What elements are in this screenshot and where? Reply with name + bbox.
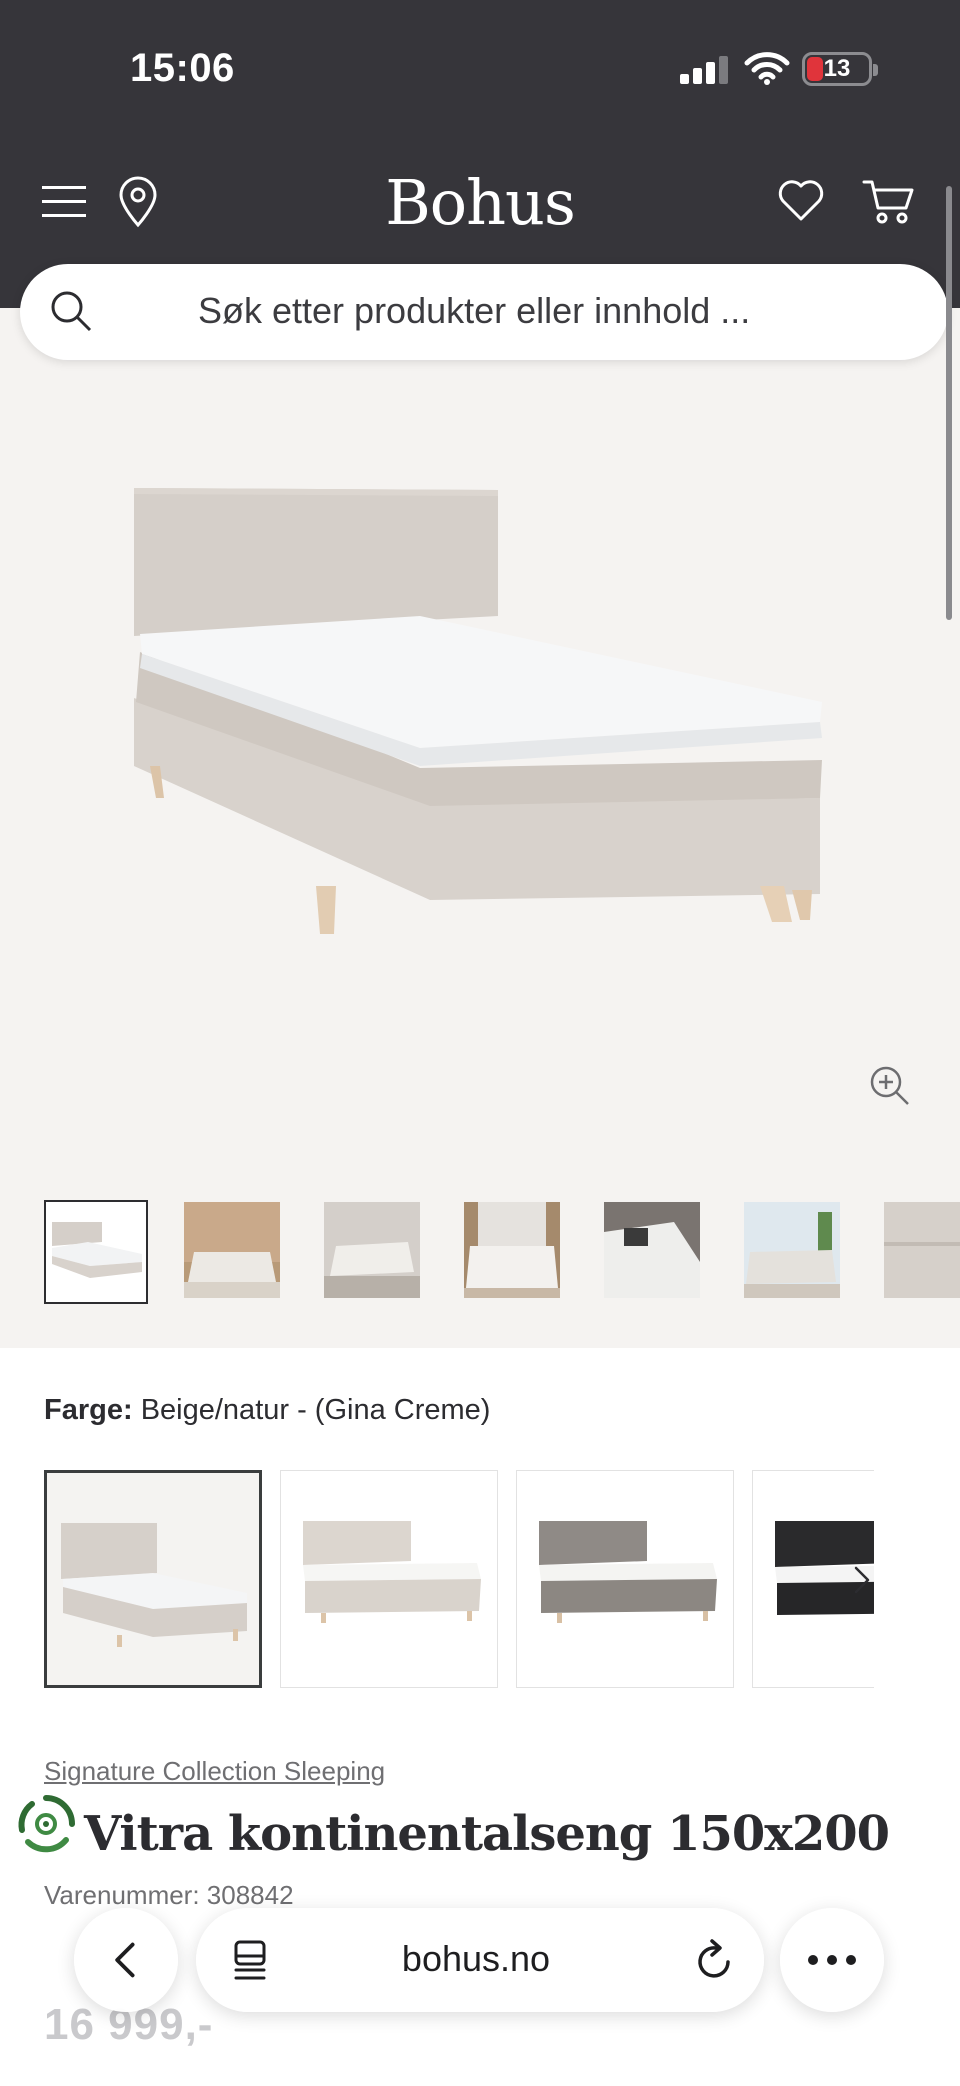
tab-overview-icon[interactable]: [230, 1938, 270, 1982]
battery-level: 13: [823, 55, 851, 82]
thumbnail-4[interactable]: [464, 1200, 568, 1304]
color-swatch-list: [44, 1470, 874, 1688]
menu-icon[interactable]: [42, 184, 86, 220]
color-swatch-grey[interactable]: [516, 1470, 734, 1688]
thumbnail-6[interactable]: [744, 1200, 848, 1304]
product-image-gallery: [0, 308, 960, 1348]
search-placeholder: Søk etter produkter eller innhold ...: [198, 290, 751, 331]
bohus-logo[interactable]: Bohus: [360, 166, 600, 239]
wishlist-heart-icon[interactable]: [776, 176, 826, 224]
eco-recycle-icon[interactable]: [14, 1792, 78, 1856]
thumbnail-7[interactable]: [884, 1200, 960, 1304]
zoom-in-icon[interactable]: [868, 1064, 912, 1108]
color-label-value: Beige/natur - (Gina Creme): [140, 1394, 491, 1426]
more-dots-icon: [808, 1955, 856, 1965]
chevron-right-icon[interactable]: [842, 1560, 882, 1600]
color-label-title: Farge:: [44, 1394, 133, 1426]
search-input[interactable]: Søk etter produkter eller innhold ...: [20, 264, 948, 360]
search-icon[interactable]: [48, 288, 94, 334]
store-location-icon[interactable]: [116, 176, 160, 228]
thumbnail-2[interactable]: [184, 1200, 288, 1304]
wifi-icon: [744, 52, 790, 85]
thumbnail-1[interactable]: [44, 1200, 148, 1304]
browser-back-button[interactable]: [74, 1908, 178, 2012]
thumbnail-strip: [44, 1200, 960, 1304]
status-time: 15:06: [130, 46, 235, 90]
browser-url[interactable]: bohus.no: [346, 1938, 606, 1980]
brand-link[interactable]: Signature Collection Sleeping: [44, 1756, 385, 1787]
browser-more-button[interactable]: [780, 1908, 884, 2012]
color-swatch-light-beige[interactable]: [280, 1470, 498, 1688]
browser-address-bar[interactable]: bohus.no: [196, 1908, 764, 2012]
product-sku: Varenummer: 308842: [44, 1880, 294, 1910]
chevron-left-icon: [115, 1942, 135, 1978]
cellular-signal-icon: [680, 54, 728, 84]
cart-icon[interactable]: [862, 176, 916, 226]
color-selected-label: Farge: Beige/natur - (Gina Creme): [44, 1394, 490, 1427]
color-swatch-beige[interactable]: [44, 1470, 262, 1688]
thumbnail-5[interactable]: [604, 1200, 708, 1304]
battery-icon: 13: [802, 52, 878, 86]
scrollbar[interactable]: [946, 186, 952, 620]
product-main-image[interactable]: [120, 476, 840, 956]
thumbnail-3[interactable]: [324, 1200, 428, 1304]
product-title: Vitra kontinentalseng 150x200: [84, 1806, 890, 1862]
reload-icon[interactable]: [694, 1938, 736, 1982]
